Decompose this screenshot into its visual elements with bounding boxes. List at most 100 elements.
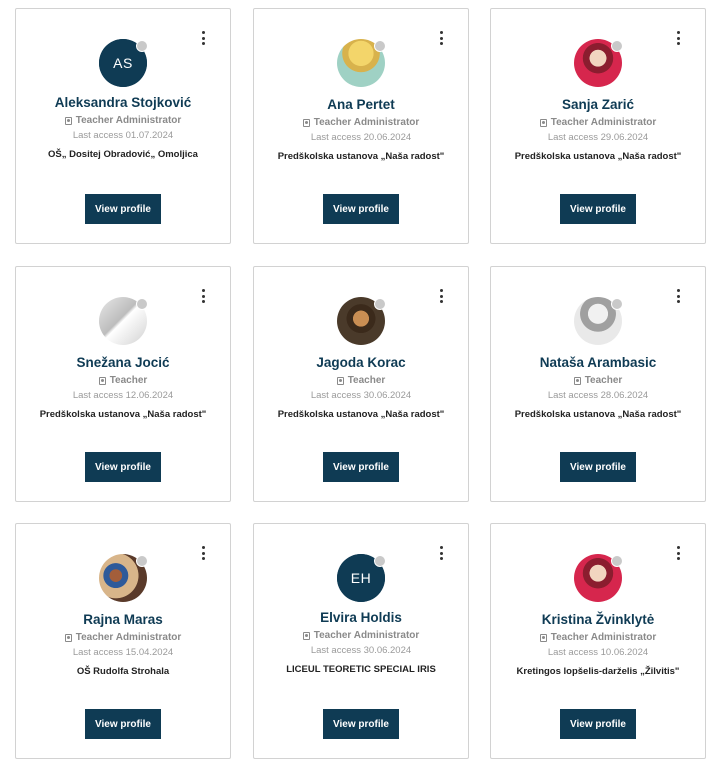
view-profile-button[interactable]: View profile <box>85 709 161 739</box>
kebab-menu-icon[interactable] <box>438 289 444 303</box>
school-name: OŠ Rudolfa Strohala <box>76 666 170 677</box>
user-name[interactable]: Jagoda Korac <box>254 355 468 370</box>
user-role: Teacher Administrator <box>16 115 230 126</box>
last-access: Last access 28.06.2024 <box>547 390 649 401</box>
kebab-menu-icon[interactable] <box>200 31 206 45</box>
school-name: Predškolska ustanova „Naša radost" <box>277 409 445 420</box>
school-name: Predškolska ustanova „Naša radost" <box>514 409 682 420</box>
last-access: Last access 15.04.2024 <box>72 647 174 658</box>
view-profile-button[interactable]: View profile <box>560 194 636 224</box>
user-card: EH Elvira Holdis Teacher Administrator L… <box>253 523 469 759</box>
status-dot-icon <box>611 298 623 310</box>
user-name[interactable]: Rajna Maras <box>16 612 230 627</box>
school-name: Predškolska ustanova „Naša radost" <box>514 151 682 162</box>
id-badge-icon <box>302 118 310 127</box>
user-name[interactable]: Ana Pertet <box>254 97 468 112</box>
user-cards-grid: AS Aleksandra Stojković Teacher Administ… <box>0 0 723 770</box>
user-role-label: Teacher <box>584 375 623 386</box>
status-dot-icon <box>136 40 148 52</box>
avatar[interactable] <box>337 39 386 87</box>
view-profile-button[interactable]: View profile <box>323 194 399 224</box>
user-role-label: Teacher Administrator <box>75 115 182 126</box>
status-dot-icon <box>374 298 386 310</box>
user-role: Teacher <box>16 375 230 386</box>
school-name: Predškolska ustanova „Naša radost" <box>39 409 207 420</box>
avatar[interactable]: AS <box>99 39 148 87</box>
view-profile-button[interactable]: View profile <box>85 194 161 224</box>
id-badge-icon <box>539 118 547 127</box>
view-profile-button[interactable]: View profile <box>85 452 161 482</box>
user-card: Rajna Maras Teacher Administrator Last a… <box>15 523 231 759</box>
status-dot-icon <box>136 298 148 310</box>
user-role-label: Teacher Administrator <box>550 117 657 128</box>
user-card: Nataša Arambasic Teacher Last access 28.… <box>490 266 706 502</box>
user-role: Teacher Administrator <box>16 632 230 643</box>
user-role-label: Teacher Administrator <box>550 632 657 643</box>
user-role-label: Teacher <box>347 375 386 386</box>
user-card: AS Aleksandra Stojković Teacher Administ… <box>15 8 231 244</box>
status-dot-icon <box>611 40 623 52</box>
user-role: Teacher Administrator <box>254 117 468 128</box>
last-access: Last access 12.06.2024 <box>72 390 174 401</box>
avatar[interactable] <box>574 39 623 87</box>
view-profile-button[interactable]: View profile <box>323 709 399 739</box>
id-badge-icon <box>64 633 72 642</box>
user-name[interactable]: Nataša Arambasic <box>491 355 705 370</box>
user-role-label: Teacher Administrator <box>313 117 420 128</box>
avatar[interactable] <box>99 297 148 345</box>
user-role-label: Teacher Administrator <box>313 630 420 641</box>
id-badge-icon <box>64 116 72 125</box>
view-profile-button[interactable]: View profile <box>560 452 636 482</box>
user-name[interactable]: Kristina Žvinklytė <box>491 612 705 627</box>
id-badge-icon <box>573 376 581 385</box>
kebab-menu-icon[interactable] <box>438 31 444 45</box>
user-role-label: Teacher Administrator <box>75 632 182 643</box>
kebab-menu-icon[interactable] <box>200 289 206 303</box>
avatar[interactable] <box>337 297 386 345</box>
kebab-menu-icon[interactable] <box>675 31 681 45</box>
user-name[interactable]: Sanja Zarić <box>491 97 705 112</box>
last-access: Last access 29.06.2024 <box>547 132 649 143</box>
status-dot-icon <box>136 555 148 567</box>
user-name[interactable]: Snežana Jocić <box>16 355 230 370</box>
view-profile-button[interactable]: View profile <box>560 709 636 739</box>
view-profile-button[interactable]: View profile <box>323 452 399 482</box>
user-role: Teacher <box>491 375 705 386</box>
kebab-menu-icon[interactable] <box>675 546 681 560</box>
school-name: LICEUL TEORETIC SPECIAL IRIS <box>286 664 436 675</box>
last-access: Last access 10.06.2024 <box>547 647 649 658</box>
id-badge-icon <box>98 376 106 385</box>
user-card: Kristina Žvinklytė Teacher Administrator… <box>490 523 706 759</box>
user-card: Jagoda Korac Teacher Last access 30.06.2… <box>253 266 469 502</box>
last-access: Last access 30.06.2024 <box>310 645 412 656</box>
user-role: Teacher <box>254 375 468 386</box>
id-badge-icon <box>539 633 547 642</box>
avatar[interactable]: EH <box>337 554 386 602</box>
school-name: Kretingos lopšelis-darželis „Žilvitis" <box>516 666 680 677</box>
kebab-menu-icon[interactable] <box>675 289 681 303</box>
last-access: Last access 01.07.2024 <box>72 130 174 141</box>
status-dot-icon <box>374 40 386 52</box>
kebab-menu-icon[interactable] <box>200 546 206 560</box>
last-access: Last access 30.06.2024 <box>310 390 412 401</box>
id-badge-icon <box>302 631 310 640</box>
avatar[interactable] <box>574 554 623 602</box>
avatar[interactable] <box>99 554 148 602</box>
user-role: Teacher Administrator <box>254 630 468 641</box>
user-card: Ana Pertet Teacher Administrator Last ac… <box>253 8 469 244</box>
user-card: Snežana Jocić Teacher Last access 12.06.… <box>15 266 231 502</box>
user-role: Teacher Administrator <box>491 117 705 128</box>
user-role: Teacher Administrator <box>491 632 705 643</box>
school-name: Predškolska ustanova „Naša radost" <box>277 151 445 162</box>
user-name[interactable]: Elvira Holdis <box>254 610 468 625</box>
school-name: OŠ„ Dositej Obradović„ Omoljica <box>48 149 198 160</box>
last-access: Last access 20.06.2024 <box>310 132 412 143</box>
id-badge-icon <box>336 376 344 385</box>
avatar[interactable] <box>574 297 623 345</box>
kebab-menu-icon[interactable] <box>438 546 444 560</box>
user-role-label: Teacher <box>109 375 148 386</box>
user-name[interactable]: Aleksandra Stojković <box>16 95 230 110</box>
status-dot-icon <box>611 555 623 567</box>
status-dot-icon <box>374 555 386 567</box>
user-card: Sanja Zarić Teacher Administrator Last a… <box>490 8 706 244</box>
